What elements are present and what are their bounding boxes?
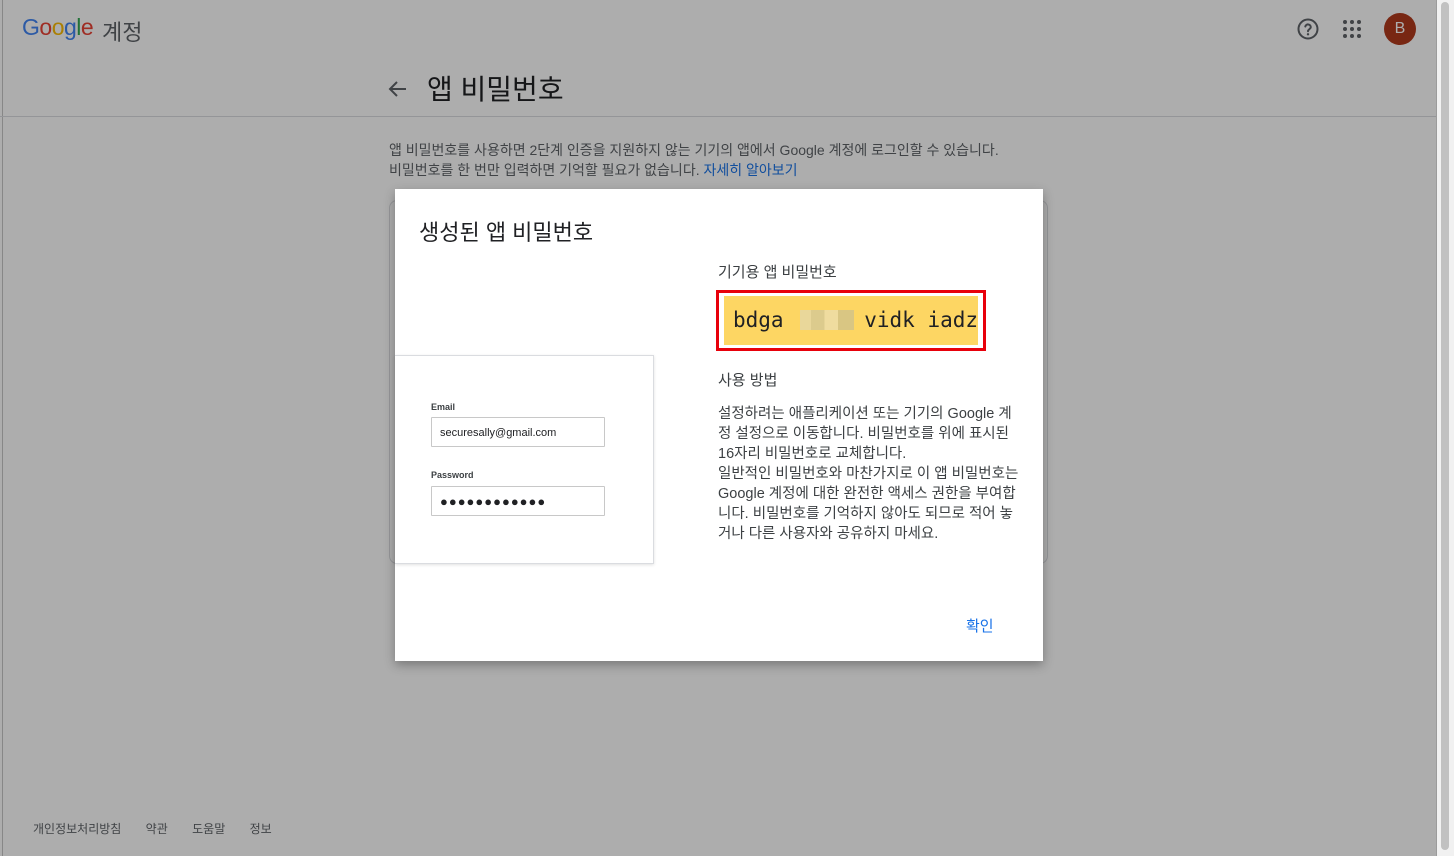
vertical-scrollbar[interactable] [1436,0,1454,856]
password-label: Password [431,470,474,480]
email-field: securesally@gmail.com [431,417,605,447]
generated-password[interactable]: bdga vidk iadz [724,296,978,345]
usage-paragraph: 설정하려는 애플리케이션 또는 기기의 Google 계정 설정으로 이동합니다… [718,406,1012,462]
dialog-title: 생성된 앱 비밀번호 [419,220,594,245]
email-label: Email [431,402,456,412]
confirm-button[interactable]: 확인 [960,613,1000,638]
usage-heading: 사용 방법 [718,372,778,389]
scrollbar-thumb[interactable] [1441,2,1449,850]
password-segment: iadz [927,308,979,332]
device-login-illustration: Email securesally@gmail.com Password ●●●… [395,355,654,564]
usage-instructions: 설정하려는 애플리케이션 또는 기기의 Google 계정 설정으로 이동합니다… [718,404,1020,544]
password-segment: vidk [864,308,915,332]
password-field: ●●●●●●●●●●●● [431,486,605,516]
generated-app-password-dialog: 생성된 앱 비밀번호 Email securesally@gmail.com P… [395,189,1043,661]
device-password-heading: 기기용 앱 비밀번호 [718,264,837,281]
redacted-segment [800,310,855,330]
usage-paragraph: 일반적인 비밀번호와 마찬가지로 이 앱 비밀번호는 Google 계정에 대한… [718,466,1019,542]
password-segment: bdga [733,308,784,332]
